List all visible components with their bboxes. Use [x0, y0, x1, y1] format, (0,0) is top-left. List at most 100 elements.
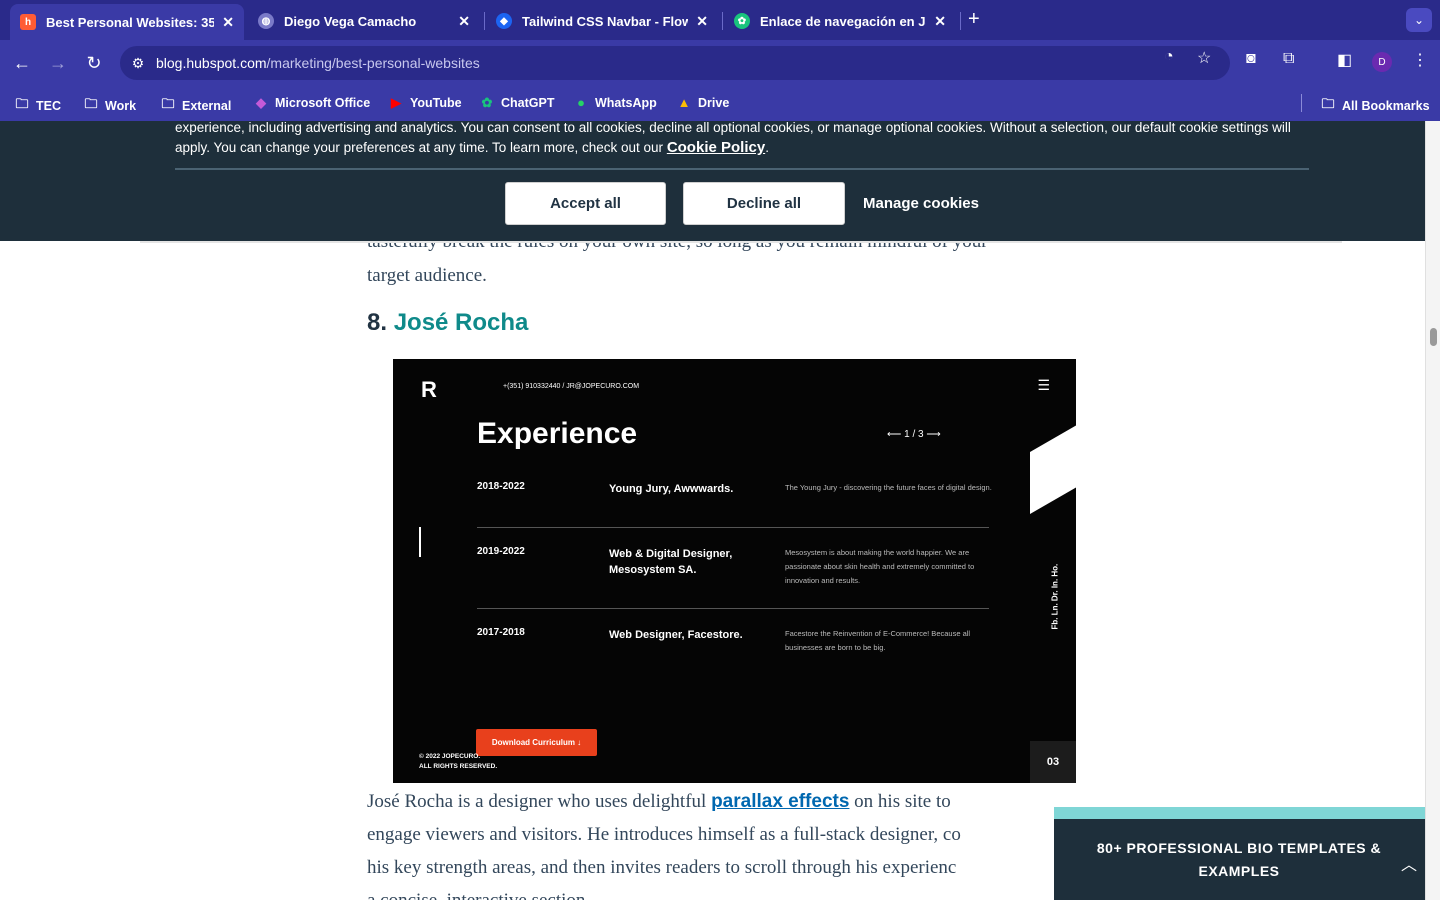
- experience-role: Web Designer, Facestore.: [609, 629, 743, 641]
- experience-desc: Facestore the Reinvention of E-Commerce!…: [785, 629, 971, 652]
- chatgpt-icon: ✿: [481, 95, 493, 110]
- whatsapp-icon: ●: [577, 95, 585, 110]
- tab-chatgpt[interactable]: ✿ Enlace de navegación en JSX ✕: [724, 6, 956, 36]
- copyright-line: © 2022 JOPECURO.: [419, 753, 481, 760]
- page-scrollbar[interactable]: [1425, 121, 1440, 900]
- chevron-up-icon[interactable]: ︿: [1401, 851, 1417, 875]
- bookmark-drive[interactable]: ▲ Drive: [676, 95, 730, 110]
- bookmark-microsoft-office[interactable]: ◆ Microsoft Office: [253, 95, 370, 111]
- experience-years: 2019-2022: [477, 546, 525, 557]
- bookmark-work[interactable]: 🗀 Work: [83, 95, 136, 117]
- experience-role: Web & Digital Designer, Mesosystem SA.: [609, 548, 733, 576]
- cookie-policy-link[interactable]: Cookie Policy: [667, 139, 765, 156]
- tab-hubspot[interactable]: h Best Personal Websites: 35+ ✕: [10, 4, 244, 40]
- bookmark-external[interactable]: 🗀 External: [160, 95, 231, 117]
- heading-number: 8.: [367, 309, 388, 336]
- experience-desc: Mesosystem is about making the world hap…: [785, 548, 975, 585]
- screenshot-contact: +(351) 910332440 / JR@JOPECURO.COM: [503, 383, 640, 390]
- bookmark-youtube[interactable]: ▶ YouTube: [388, 95, 462, 111]
- tab-divider: [722, 12, 723, 30]
- heading-link[interactable]: José Rocha: [394, 309, 529, 336]
- close-icon[interactable]: ✕: [934, 13, 946, 30]
- globe-icon: ◍: [258, 13, 274, 29]
- screenshot-title: Experience: [477, 417, 638, 450]
- bookmark-label: YouTube: [410, 96, 462, 110]
- jopecuro-logo: R: [421, 377, 437, 402]
- screenshot-copyright: © 2022 JOPECURO. ALL RIGHTS RESERVED.: [419, 752, 497, 772]
- camera-extension-icon[interactable]: ◙: [1246, 50, 1256, 68]
- tab-search-button[interactable]: ⌄: [1406, 8, 1432, 32]
- slide-number: 03: [1030, 741, 1076, 783]
- cookie-text: experience, including advertising and an…: [175, 118, 1309, 158]
- awwwards-badge: [1030, 421, 1076, 515]
- cookie-divider: [175, 168, 1309, 170]
- back-icon[interactable]: ←: [9, 50, 35, 76]
- bookmark-label: Microsoft Office: [275, 96, 371, 110]
- bookmark-label: WhatsApp: [595, 95, 657, 110]
- tab-diego[interactable]: ◍ Diego Vega Camacho ✕: [248, 6, 480, 36]
- experience-years: 2018-2022: [477, 481, 525, 492]
- chatgpt-icon: ✿: [734, 13, 750, 29]
- close-icon[interactable]: ✕: [222, 14, 234, 31]
- manage-cookies-button[interactable]: Manage cookies: [852, 182, 990, 225]
- tab-title: Enlace de navegación en JSX: [760, 13, 927, 29]
- scrollbar-thumb[interactable]: [1430, 328, 1437, 346]
- profile-avatar[interactable]: D: [1372, 52, 1392, 72]
- bookmark-whatsapp[interactable]: ● WhatsApp: [573, 95, 657, 110]
- performance-icon[interactable]: ◔: [1164, 48, 1174, 66]
- bookmark-tec[interactable]: 🗀 TEC: [14, 95, 61, 117]
- tab-divider: [960, 12, 961, 30]
- folder-icon: 🗀: [1321, 96, 1335, 111]
- reload-icon[interactable]: ↻: [81, 50, 107, 76]
- bookmark-star-icon[interactable]: ☆: [1197, 48, 1211, 68]
- browser-toolbar: ← → ↻ ⚙ blog.hubspot.com/marketing/best-…: [0, 40, 1440, 86]
- sticky-cta[interactable]: 80+ PROFESSIONAL BIO TEMPLATES & EXAMPLE…: [1054, 807, 1425, 900]
- screenshot-pager: ⟵ 1 / 3 ⟶: [887, 429, 941, 440]
- drive-icon: ▲: [677, 95, 691, 110]
- all-bookmarks-label: All Bookmarks: [1342, 99, 1430, 113]
- bookmark-label: External: [182, 99, 232, 113]
- bookmarks-bar: 🗀 TEC 🗀 Work 🗀 External ◆ Microsoft Office ▶…: [0, 86, 1440, 120]
- paragraph-line: a concise, interactive section.: [367, 884, 1067, 900]
- close-icon[interactable]: ✕: [458, 13, 470, 30]
- extensions-icon[interactable]: ⧉: [1283, 50, 1294, 68]
- hamburger-icon: ☰: [1037, 377, 1050, 393]
- office-icon: ◆: [256, 95, 266, 110]
- bookmarks-divider: [1301, 94, 1302, 112]
- website-screenshot-image: R +(351) 910332440 / JR@JOPECURO.COM ☰ E…: [393, 359, 1076, 783]
- experience-years: 2017-2018: [477, 627, 525, 638]
- social-links: Fb. Ln. Dr. In. Ho.: [1050, 563, 1060, 630]
- all-bookmarks[interactable]: 🗀 All Bookmarks: [1320, 95, 1430, 117]
- banner-shadow: [140, 241, 1342, 243]
- parallax-effects-link[interactable]: parallax effects: [711, 791, 849, 812]
- bookmark-label: Drive: [698, 95, 730, 110]
- tab-divider: [484, 12, 485, 30]
- youtube-icon: ▶: [391, 95, 401, 110]
- folder-icon: 🗀: [161, 96, 175, 111]
- menu-icon[interactable]: ⋮: [1412, 50, 1428, 70]
- address-bar[interactable]: ⚙ blog.hubspot.com/marketing/best-person…: [120, 46, 1230, 80]
- url-text: blog.hubspot.com/marketing/best-personal…: [156, 55, 480, 71]
- experience-desc: The Young Jury - discovering the future …: [785, 483, 992, 492]
- tab-title: Tailwind CSS Navbar - Flowb: [522, 13, 689, 29]
- paragraph-line: his key strength areas, and then invites…: [367, 857, 957, 878]
- copyright-line: ALL RIGHTS RESERVED.: [419, 763, 498, 770]
- new-tab-button[interactable]: +: [968, 8, 980, 31]
- bookmark-chatgpt[interactable]: ✿ ChatGPT: [479, 95, 555, 111]
- browser-chrome: h Best Personal Websites: 35+ ✕ ◍ Diego …: [0, 0, 1440, 121]
- experience-role: Young Jury, Awwwards.: [609, 483, 734, 495]
- folder-icon: 🗀: [15, 96, 29, 111]
- divider: [477, 527, 989, 528]
- accept-all-button[interactable]: Accept all: [505, 182, 666, 225]
- bookmark-label: Work: [105, 99, 137, 113]
- site-info-icon[interactable]: ⚙: [120, 55, 156, 72]
- paragraph-text: José Rocha is a designer who uses deligh…: [367, 791, 712, 812]
- paragraph-text: on his site to: [849, 791, 951, 812]
- tab-tailwind[interactable]: ◆ Tailwind CSS Navbar - Flowb ✕: [486, 6, 718, 36]
- article-paragraph: José Rocha is a designer who uses deligh…: [367, 785, 1067, 900]
- tab-strip: h Best Personal Websites: 35+ ✕ ◍ Diego …: [0, 0, 1440, 40]
- forward-icon[interactable]: →: [45, 50, 71, 76]
- decline-all-button[interactable]: Decline all: [683, 182, 845, 225]
- side-panel-icon[interactable]: ◧: [1337, 50, 1352, 70]
- close-icon[interactable]: ✕: [696, 13, 708, 30]
